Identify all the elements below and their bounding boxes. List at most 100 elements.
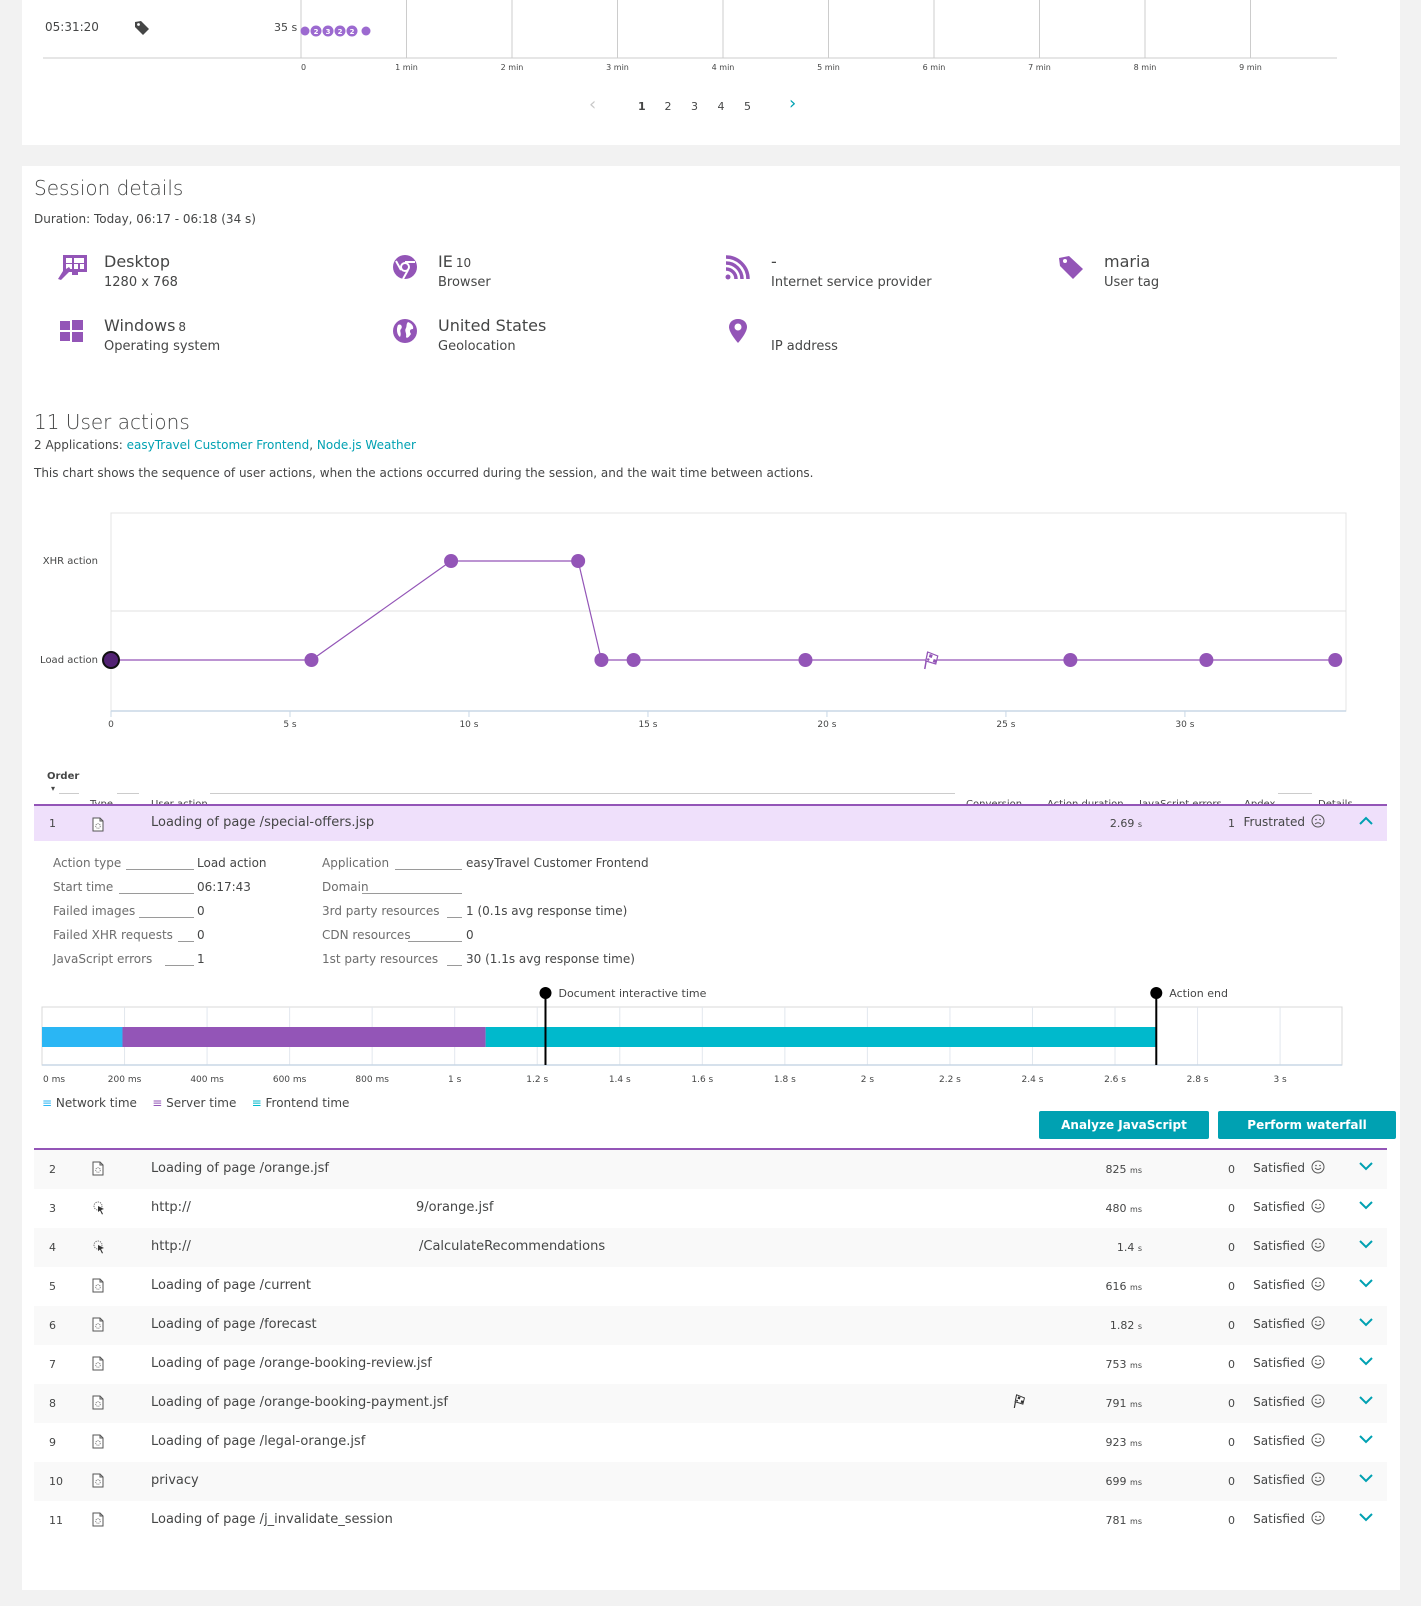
table-row[interactable]: 6 Loading of page /forecast 1.82 s 0 Satisfi… (34, 1306, 1387, 1345)
table-row[interactable]: 2 Loading of page /orange.jsf 825 ms 0 Satis… (34, 1150, 1387, 1189)
action-point[interactable] (304, 653, 319, 667)
property-value-text: - (771, 252, 777, 271)
breakdown-tick-label: 2.4 s (1022, 1075, 1044, 1085)
action-point[interactable] (1199, 653, 1214, 667)
chart-plot-area (110, 512, 1347, 712)
page-1-link[interactable]: 1 (638, 100, 646, 113)
duration-unit: ms (1130, 1517, 1142, 1526)
load-action-icon (92, 1512, 104, 1530)
timeline-action-dot[interactable] (361, 26, 371, 36)
perform-waterfall-analysis-button[interactable]: Perform waterfall analysis (1218, 1111, 1396, 1160)
action-point[interactable] (798, 653, 813, 667)
action-point[interactable] (1328, 653, 1343, 667)
breakdown-tick-label: 1.6 s (691, 1075, 713, 1085)
page-3-link[interactable]: 3 (691, 100, 698, 113)
action-point[interactable] (594, 653, 609, 667)
action-name[interactable]: Loading of page /orange-booking-payment.… (151, 1395, 448, 1410)
action-name[interactable]: Loading of page /orange-booking-review.j… (151, 1356, 432, 1371)
app-link-nodejs-weather[interactable]: Node.js Weather (317, 438, 416, 452)
action-order: 4 (49, 1241, 56, 1254)
load-action-icon (92, 1317, 104, 1335)
analyze-javascript-errors-button[interactable]: Analyze JavaScript errors (1039, 1111, 1209, 1160)
expand-chevron-down-icon[interactable] (1359, 1160, 1373, 1174)
duration-value: 781 (1105, 1514, 1127, 1527)
table-row-expanded[interactable]: 1 Loading of page /special-offers.jsp 2.69… (34, 806, 1387, 841)
action-name[interactable]: Loading of page /special-offers.jsp (151, 815, 374, 830)
isp-icon (724, 253, 752, 284)
javascript-error-count: 0 (1228, 1319, 1235, 1332)
expand-chevron-down-icon[interactable] (1359, 1433, 1373, 1447)
page-5-link[interactable]: 5 (744, 100, 751, 113)
breakdown-segment-network-time[interactable] (42, 1027, 123, 1047)
detail-label: Failed XHR requests (53, 928, 173, 942)
property-value: Windows 8 (104, 316, 186, 335)
legend-network-time: ≡ Network time (42, 1096, 137, 1110)
breakdown-marker-dot[interactable] (1150, 987, 1163, 999)
expand-chevron-down-icon[interactable] (1359, 1394, 1373, 1408)
table-row[interactable]: 9 Loading of page /legal-orange.jsf 923 ms… (34, 1423, 1387, 1462)
column-header-order[interactable]: Order (47, 771, 79, 782)
table-row[interactable]: 3 http:// 9/orange.jsf 480 ms 0 Satisfied (34, 1189, 1387, 1228)
table-row[interactable]: 11 Loading of page /j_invalidate_session 7… (34, 1501, 1387, 1540)
app-separator: , (309, 438, 317, 452)
javascript-error-count: 0 (1228, 1202, 1235, 1215)
action-name[interactable]: Loading of page /legal-orange.jsf (151, 1434, 365, 1449)
breakdown-segment-server-time[interactable] (122, 1027, 486, 1047)
breakdown-marker-dot[interactable] (539, 987, 552, 999)
table-row[interactable]: 7 Loading of page /orange-booking-review.… (34, 1345, 1387, 1384)
legend-swatch-icon: ≡ (42, 1096, 53, 1110)
expand-chevron-down-icon[interactable] (1359, 1238, 1373, 1252)
app-link-easytravel[interactable]: easyTravel Customer Frontend (127, 438, 310, 452)
action-name[interactable]: privacy (151, 1473, 199, 1488)
action-name[interactable]: Loading of page /orange.jsf (151, 1161, 329, 1176)
timeline-action-dot[interactable] (300, 26, 310, 36)
action-point[interactable] (626, 653, 641, 667)
timeline-tick-label: 6 min (923, 63, 946, 72)
expand-chevron-down-icon[interactable] (1359, 1199, 1373, 1213)
action-name-text: http:// (151, 1200, 191, 1215)
table-row[interactable]: 5 Loading of page /current 616 ms 0 Satisfie… (34, 1267, 1387, 1306)
table-row[interactable]: 10 privacy 699 ms 0 Satisfied (34, 1462, 1387, 1501)
sort-descending-icon[interactable]: ▾ (51, 784, 55, 793)
duration-unit: s (1137, 1322, 1142, 1331)
timeline-tick-label: 4 min (712, 63, 735, 72)
property-value: maria (1104, 252, 1150, 271)
expand-chevron-down-icon[interactable] (1359, 1472, 1373, 1486)
chevron-right-icon[interactable]: › (789, 93, 796, 114)
action-point[interactable] (444, 554, 459, 568)
page-4-link[interactable]: 4 (718, 100, 725, 113)
expand-chevron-down-icon[interactable] (1359, 1511, 1373, 1525)
action-point-selected[interactable] (102, 651, 120, 669)
page-2-link[interactable]: 2 (665, 100, 672, 113)
table-row[interactable]: 8 Loading of page /orange-booking-payment… (34, 1384, 1387, 1423)
duration-value: 923 (1105, 1436, 1127, 1449)
user-action-sequence-chart: Load action XHR action 0 5 s 10 s 15 s 20 s 25 … (40, 512, 1347, 730)
apdex-rating: Satisfied (1253, 1160, 1325, 1177)
action-name[interactable]: Loading of page /current (151, 1278, 311, 1293)
action-duration: 2.69 s (1110, 817, 1142, 830)
action-point[interactable] (571, 554, 586, 568)
collapse-chevron-up-icon[interactable] (1359, 815, 1373, 829)
chevron-left-icon[interactable]: ‹ (589, 94, 596, 115)
action-name[interactable]: Loading of page /j_invalidate_session (151, 1512, 393, 1527)
action-name[interactable]: Loading of page /forecast (151, 1317, 317, 1332)
action-name[interactable]: http:// /CalculateRecommendations (151, 1239, 605, 1254)
duration-value: 616 (1105, 1280, 1127, 1293)
apdex-label: Satisfied (1253, 1200, 1305, 1214)
browser-icon (391, 253, 419, 284)
breakdown-segment-frontend-time[interactable] (485, 1027, 1157, 1047)
property-label: 1280 x 768 (104, 275, 178, 290)
expand-chevron-down-icon[interactable] (1359, 1277, 1373, 1291)
action-name[interactable]: http:// 9/orange.jsf (151, 1200, 494, 1215)
property-value: Desktop (104, 252, 170, 271)
action-order: 9 (49, 1436, 56, 1449)
session-property-desktop: Desktop 1280 x 768 (57, 248, 357, 298)
javascript-error-count: 0 (1228, 1280, 1235, 1293)
breakdown-legend: ≡ Network time ≡ Server time ≡ Frontend … (42, 1096, 349, 1110)
expand-chevron-down-icon[interactable] (1359, 1355, 1373, 1369)
apdex-label: Frustrated (1243, 815, 1305, 829)
expand-chevron-down-icon[interactable] (1359, 1316, 1373, 1330)
action-point[interactable] (1063, 653, 1078, 667)
table-row[interactable]: 4 http:// /CalculateRecommendations 1.4 s 0 S… (34, 1228, 1387, 1267)
timeline-tick-label: 2 min (501, 63, 524, 72)
